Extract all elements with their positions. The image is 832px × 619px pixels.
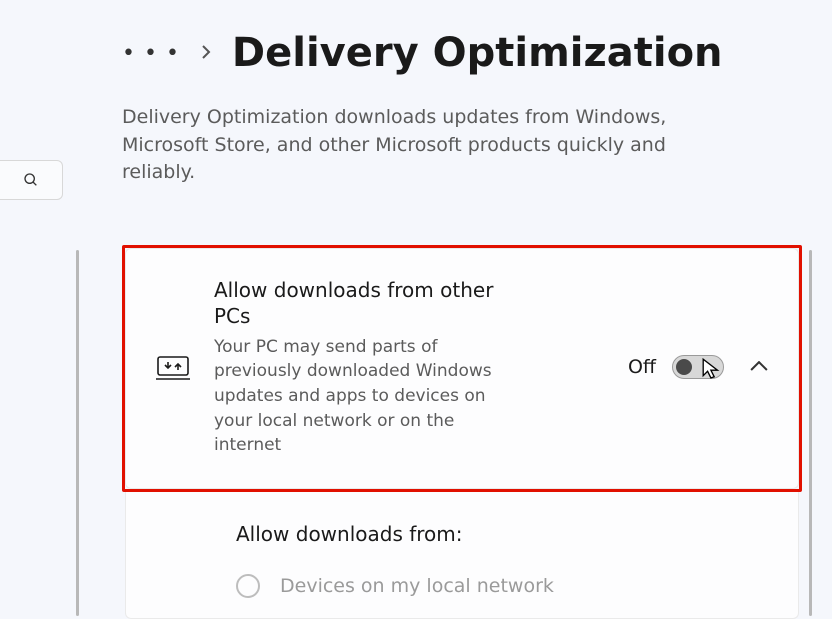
toggle-knob bbox=[676, 359, 692, 375]
collapse-button[interactable] bbox=[750, 358, 768, 377]
scrollbar-left[interactable] bbox=[76, 250, 79, 616]
card-subtitle: Your PC may send parts of previously dow… bbox=[214, 335, 494, 458]
search-button[interactable] bbox=[0, 160, 63, 200]
allow-downloads-card[interactable]: Allow downloads from other PCs Your PC m… bbox=[125, 248, 799, 489]
toggle-state-label: Off bbox=[628, 356, 656, 378]
chevron-right-icon bbox=[200, 43, 212, 64]
panel-title: Allow downloads from: bbox=[236, 522, 758, 546]
network-pc-icon bbox=[156, 353, 190, 381]
highlighted-region: Allow downloads from other PCs Your PC m… bbox=[122, 245, 802, 492]
page-description: Delivery Optimization downloads updates … bbox=[122, 104, 742, 187]
breadcrumb-overflow-icon[interactable]: • • • bbox=[122, 41, 180, 66]
radio-option-local-network[interactable]: Devices on my local network bbox=[236, 574, 758, 598]
radio-label: Devices on my local network bbox=[280, 575, 554, 597]
card-title: Allow downloads from other PCs bbox=[214, 277, 494, 329]
allow-downloads-panel: Allow downloads from: Devices on my loca… bbox=[125, 492, 799, 619]
allow-downloads-toggle[interactable] bbox=[672, 355, 724, 379]
search-icon bbox=[23, 172, 39, 188]
breadcrumb: • • • Delivery Optimization bbox=[122, 30, 802, 76]
radio-icon bbox=[236, 574, 260, 598]
scrollbar-right[interactable] bbox=[809, 250, 812, 616]
page-title: Delivery Optimization bbox=[232, 30, 723, 76]
